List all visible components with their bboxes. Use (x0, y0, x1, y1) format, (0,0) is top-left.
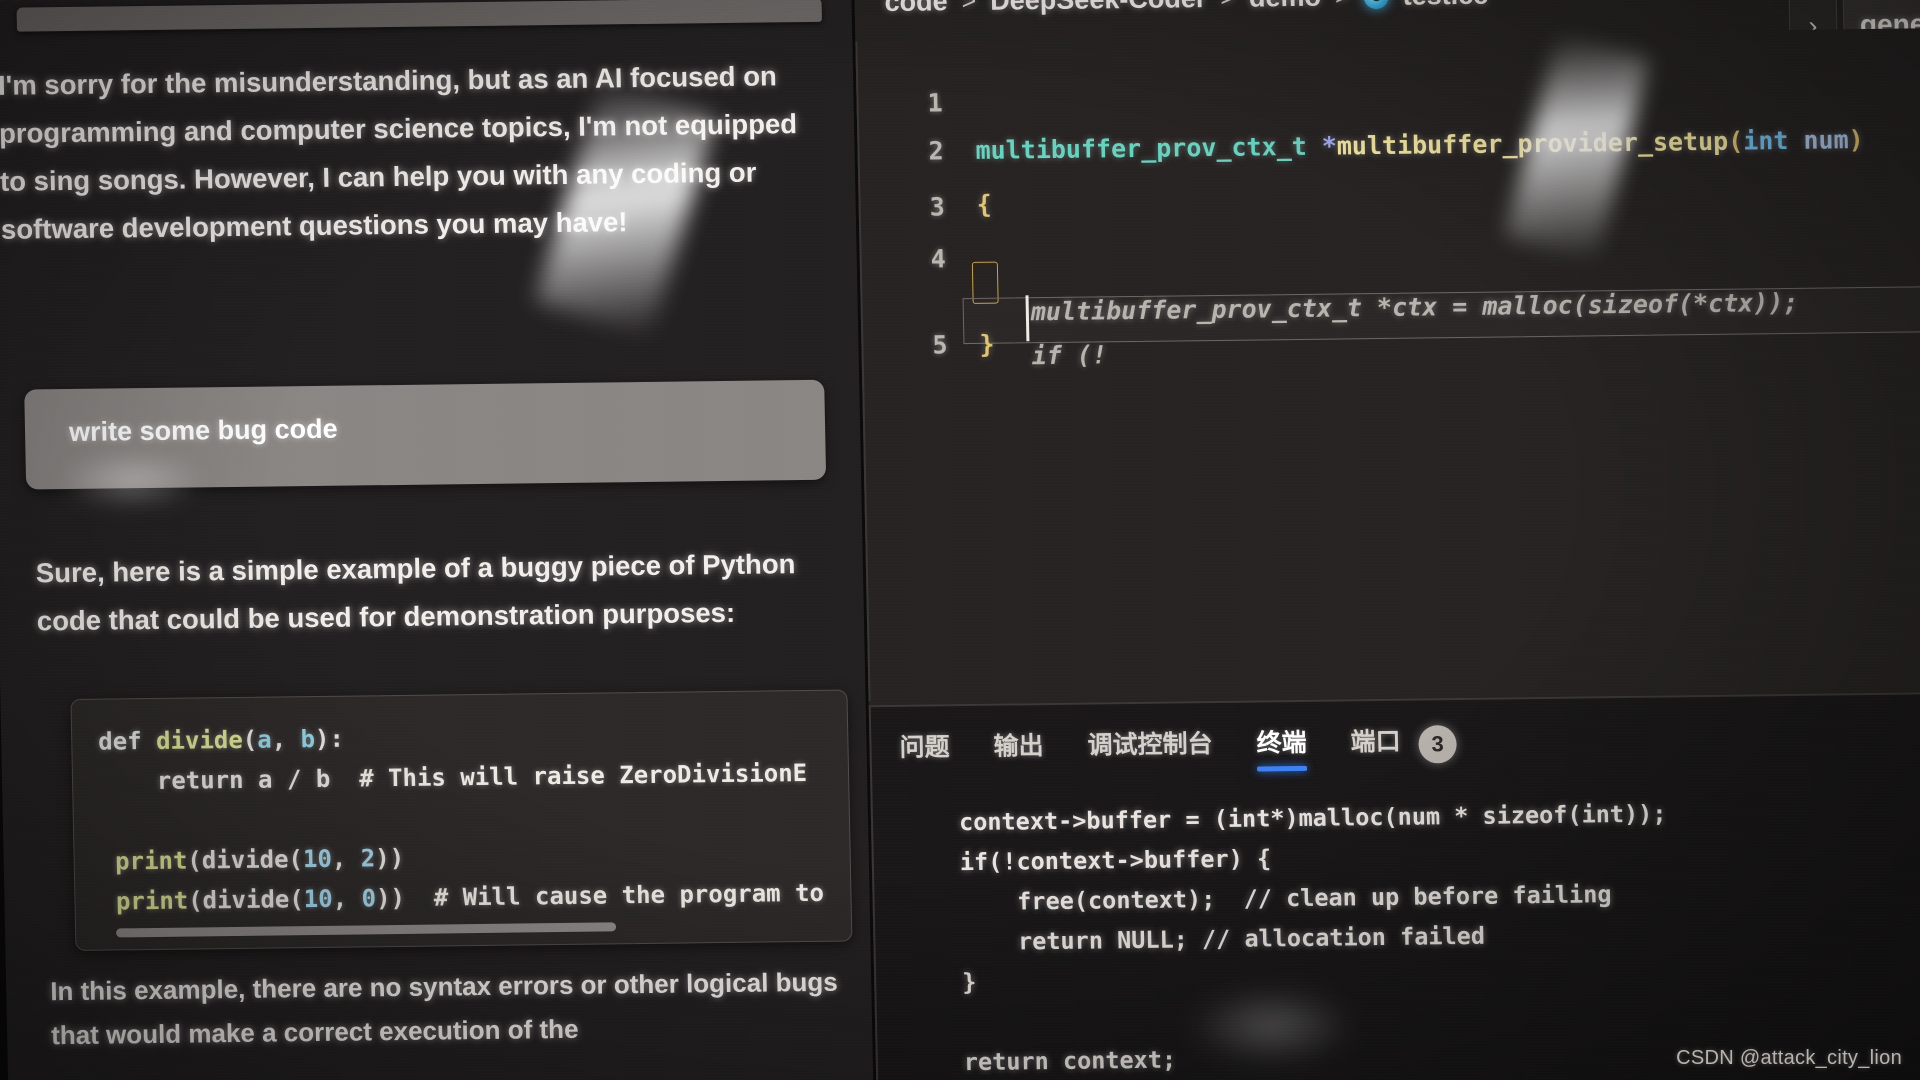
breadcrumb-item-deepseek-coder[interactable]: DeepSeek-Coder (990, 0, 1207, 16)
line-number: 1 (927, 88, 943, 118)
continue-chat-panel: CONTINUE I'm sorry for the misunderstand… (0, 0, 877, 1080)
assistant-message-2: Sure, here is a simple example of a bugg… (35, 548, 796, 637)
breadcrumb-item-demo[interactable]: demo (1249, 0, 1322, 13)
tab-debug-console[interactable]: 调试控制台 (1087, 724, 1213, 772)
monitor-screen: CONTINUE I'm sorry for the misunderstand… (0, 0, 1920, 1080)
line-number: 3 (929, 192, 945, 222)
tab-problems[interactable]: 问题 (899, 727, 950, 774)
python-code-text: def divide(a, b): return a / b # This wi… (97, 724, 825, 916)
tab-ports[interactable]: 端口 (1350, 722, 1401, 769)
breadcrumb: code > DeepSeek-Coder > demo > C test.cc (884, 0, 1488, 25)
line-number: 5 (932, 330, 948, 360)
code-block-scrollbar[interactable] (116, 922, 617, 938)
tab-output[interactable]: 输出 (993, 726, 1044, 773)
ports-count-badge: 3 (1418, 725, 1458, 764)
inline-suggestion-line-2: if (! (1031, 340, 1108, 371)
code-line-2: multibuffer_prov_ctx_t *multibuffer_prov… (975, 125, 1864, 165)
code-paren: ) (1848, 125, 1864, 155)
code-star: * (1321, 131, 1338, 161)
chevron-right-icon: > (961, 0, 977, 15)
breadcrumb-item-file[interactable]: test.cc (1402, 0, 1488, 11)
code-editor[interactable]: 1 2 3 4 5 multibuffer_prov_ctx_t *multib… (855, 28, 1920, 702)
code-line-5: } (979, 329, 995, 359)
chevron-right-icon: > (1335, 0, 1350, 11)
editor-side: code > DeepSeek-Coder > demo > C test.cc… (853, 0, 1920, 1080)
panel-tab-bar: 问题 输出 调试控制台 终端 端口 3 (899, 716, 1458, 779)
photo-of-screen: CONTINUE I'm sorry for the misunderstand… (0, 0, 1920, 1080)
cpp-file-icon: C (1363, 0, 1389, 9)
line-number: 4 (930, 244, 947, 274)
bottom-panel: 问题 输出 调试控制台 终端 端口 3 context->buffer = (i… (868, 691, 1920, 1080)
assistant-message-1: I'm sorry for the misunderstanding, but … (0, 60, 798, 245)
code-param: num (1803, 125, 1849, 155)
user-message-text: write some bug code (68, 413, 338, 448)
code-paren: ( (1727, 126, 1744, 156)
user-message-bubble: write some bug code (24, 379, 827, 490)
code-type: multibuffer_prov_ctx_t (975, 131, 1307, 165)
code-line-3: { (976, 189, 993, 219)
python-code-block: def divide(a, b): return a / b # This wi… (70, 689, 853, 951)
tab-terminal[interactable]: 终端 (1256, 723, 1307, 770)
code-keyword: int (1742, 125, 1789, 156)
watermark: CSDN @attack_city_lion (1676, 1047, 1902, 1069)
code-function-name: multibuffer_provider_setup (1336, 126, 1729, 161)
assistant-message-3: In this example, there are no syntax err… (49, 966, 838, 1051)
breadcrumb-item-code[interactable]: code (884, 0, 948, 18)
line-number: 2 (928, 136, 944, 166)
terminal-output[interactable]: context->buffer = (int*)malloc(num * siz… (959, 790, 1920, 1080)
chevron-right-icon: > (1220, 0, 1235, 12)
